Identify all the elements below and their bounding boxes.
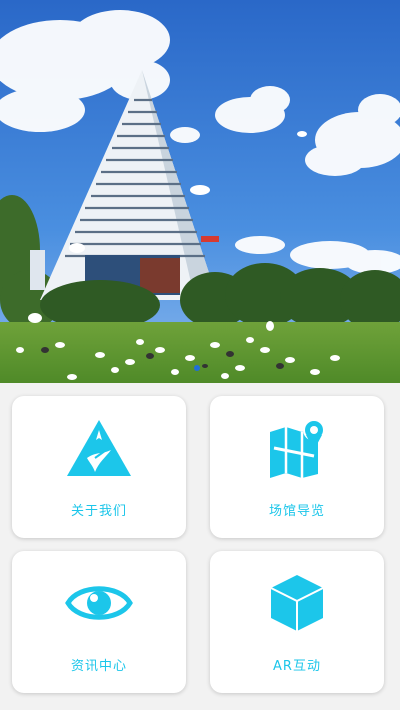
map-pin-icon: [262, 418, 332, 478]
hero-banner-image: [0, 0, 400, 383]
card-label: 场馆导览: [268, 504, 325, 519]
about-us-card[interactable]: 关于我们: [12, 396, 186, 538]
ar-interaction-card[interactable]: AR互动: [210, 551, 384, 693]
cube-icon: [262, 573, 332, 633]
card-label: 关于我们: [70, 504, 127, 519]
triangle-building-icon: [64, 418, 134, 478]
eye-icon: [64, 573, 134, 633]
card-label: 资讯中心: [70, 659, 127, 674]
card-label: AR互动: [273, 659, 321, 674]
venue-guide-card[interactable]: 场馆导览: [210, 396, 384, 538]
news-center-card[interactable]: 资讯中心: [12, 551, 186, 693]
